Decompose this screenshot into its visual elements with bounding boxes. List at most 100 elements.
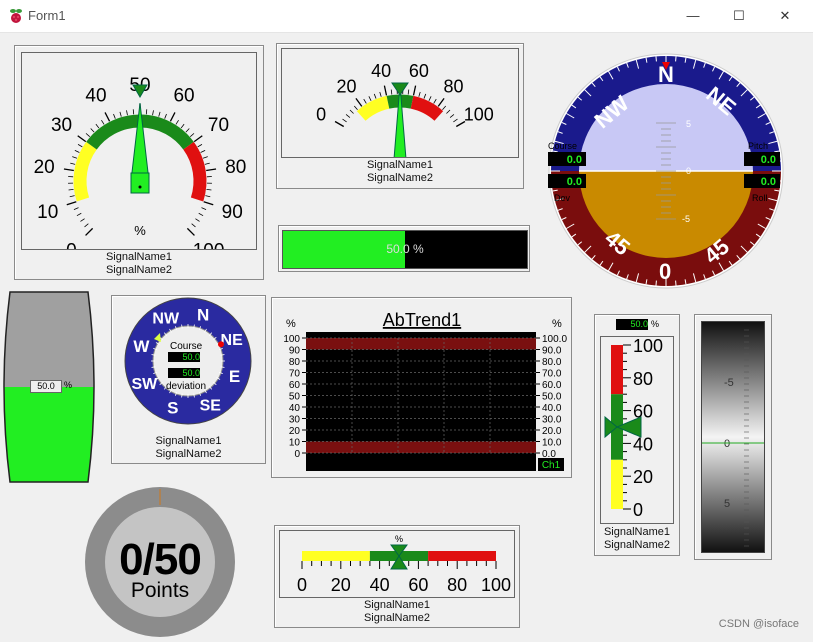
gauge-face-1: 0102030405060708090100% [21,52,257,250]
gauge2-signal2: SignalName2 [277,172,523,184]
gauge1-tick [187,228,194,235]
gauge1-tick [75,150,80,152]
gauge1-hub [139,186,142,189]
gauge1-tick [80,219,84,222]
gauge1-tick [72,157,77,159]
minimize-button[interactable]: — [670,0,716,32]
gradient-slider-panel: -505 [694,314,772,560]
gauge2-tick [380,92,381,97]
vgauge-signal1: SignalName1 [595,526,679,538]
gauge1-scale-label: 0 [66,241,77,249]
gauge1-tick [64,169,74,171]
gauge1-tick [105,112,110,121]
maximize-button[interactable]: ☐ [716,0,762,32]
gradient-slider[interactable]: -505 [701,321,765,553]
gauge1-scale-label: 90 [222,202,243,223]
gauge1-tick [186,129,189,133]
compass-point: N [197,305,209,324]
vgauge-scale-label: 20 [633,467,653,487]
trend-left-tick-label: 60 [289,380,301,391]
gauge1-scale-label: 10 [37,202,58,223]
gauge1-tick [86,133,90,136]
compass-signal1: SignalName1 [112,435,265,447]
gauge1-tick [78,144,82,147]
gauge1-tick [201,208,206,210]
horizon-roll-title: Roll [752,193,768,203]
gauge1-tick [159,112,160,117]
horizon-roll-value: 0.0 [761,176,776,188]
hgauge-signal1: SignalName1 [275,599,519,611]
gauge1-tick [70,163,75,164]
gauge2-tick [343,119,347,122]
trend-title: AbTrend1 [383,310,461,330]
horizon-dev-value: 0.0 [567,176,582,188]
gauge1-tick [96,124,99,128]
vgauge-scale-label: 80 [633,369,653,389]
trend-left-tick-label: 10 [289,438,301,449]
trend-right-tick-label: 100.0 [542,334,567,345]
gauge1-yellow-band [80,146,91,200]
vgauge-value: 50.0 [616,319,648,330]
compass-point: E [229,367,240,386]
hgauge-scale-label: 80 [447,575,467,595]
compass-course-marker [218,341,224,347]
vgauge-signal2: SignalName2 [595,539,679,551]
gauge1-scale-label: 60 [173,86,194,107]
compass-point: SW [131,376,158,393]
compass-point: SE [200,398,222,415]
hgauge-yellow-band [302,551,370,561]
vgauge-svg: 100806040200 [601,337,673,523]
gauge1-tick [77,213,81,215]
horizontal-gauge-panel: %020406080100 SignalName1 SignalName2 [274,525,520,628]
gauge1-tick [181,124,184,128]
gauge1-scale-label: 80 [225,157,246,178]
trend-left-tick-label: 70 [289,369,301,380]
horizon-pitch-label: 0 [686,166,691,176]
gauge1-unit: % [134,223,146,238]
points-label: Points [85,579,235,603]
slider-tick-label: -5 [724,377,734,389]
radial-gauge-2: 020406080100 [282,49,518,157]
gauge1-tick [190,133,194,136]
hgauge-scale-label: 40 [370,575,390,595]
title-bar: Form1 — ☐ ✕ [0,0,813,33]
slider-scale: -505 [702,322,764,552]
watermark: CSDN @isoface [719,618,799,630]
gauge2-tick [450,114,454,117]
tank-widget: 50.0 % [0,290,100,484]
points-dial: 0/50 Points [85,487,235,637]
gauge1-tick [86,228,93,235]
gauge2-tick [369,96,371,100]
trend-left-tick-label: 20 [289,426,301,437]
gauge1-scale-label: 70 [208,115,229,136]
gauge2-tick [346,114,350,117]
gauge1-tick [205,196,210,197]
gauge2-tick [391,90,392,95]
gauge1-tick [198,144,202,147]
tank-value: 50.0 [30,380,62,393]
gauge-panel-1: 0102030405060708090100% SignalName1 Sign… [14,45,264,280]
vgauge-scale-label: 40 [633,434,653,454]
gauge1-tick [203,157,208,159]
gauge2-red-band [412,102,439,116]
gauge2-scale-label: 0 [316,105,326,125]
radial-gauge-1: 0102030405060708090100% [22,53,256,249]
hgauge-svg: %020406080100 [280,531,514,597]
trend-left-tick-label: 100 [283,334,300,345]
gauge1-tick [91,129,94,133]
gauge2-scale-label: 20 [336,76,356,96]
gauge1-tick [204,202,214,205]
gauge1-scale-label: 100 [193,241,225,249]
trend-right-tick-label: 50.0 [542,392,562,403]
horizon-pitch-title: Pitch [748,141,768,151]
gauge1-tick [120,112,121,117]
trend-left-tick-label: 40 [289,403,301,414]
close-button[interactable]: ✕ [762,0,808,32]
gauge1-tick [101,120,104,124]
gauge1-tick [74,208,79,210]
gauge2-tick [453,119,457,122]
compass-deviation-label: deviation [166,381,206,392]
gauge1-tick [176,120,179,124]
gauge2-tick [356,98,362,106]
gauge1-tick [195,219,199,222]
